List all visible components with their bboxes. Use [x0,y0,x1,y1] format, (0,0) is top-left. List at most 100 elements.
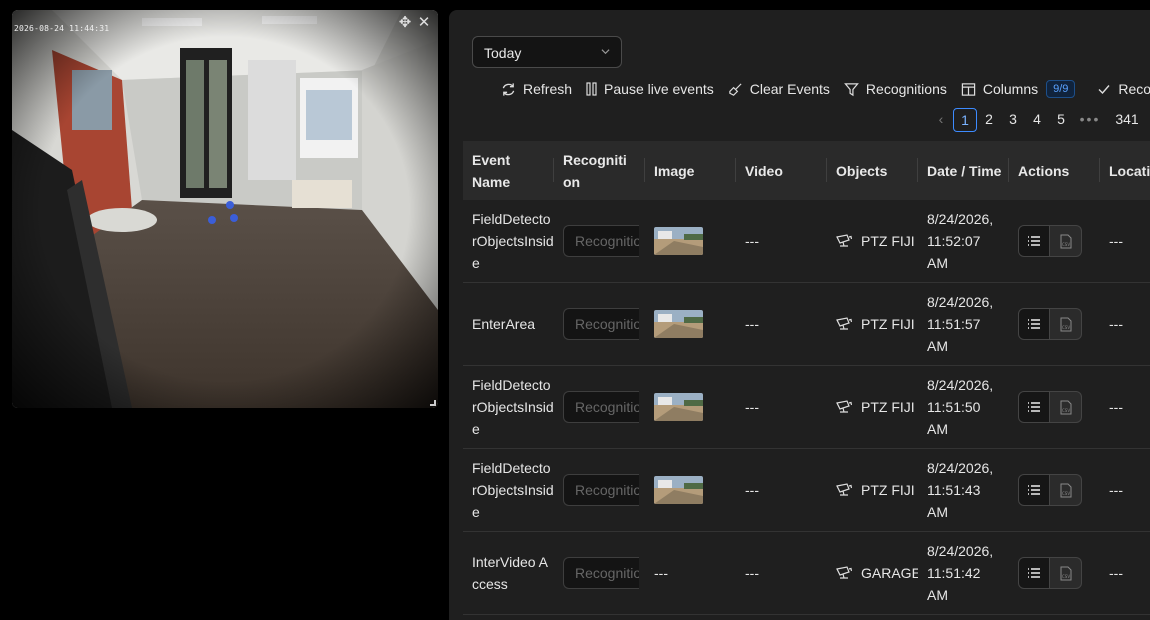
event-thumbnail[interactable] [654,393,703,421]
object-name: PTZ FIJI [861,233,915,249]
export-csv-button[interactable]: CSV [1050,308,1082,340]
object-name: PTZ FIJI [861,482,915,498]
clear-events-label: Clear Events [749,81,830,97]
page-5-button[interactable]: 5 [1049,108,1073,132]
details-button[interactable] [1018,308,1050,340]
location-value: --- [1109,565,1123,581]
video-value: --- [745,482,759,498]
list-icon [1028,236,1040,246]
camera-icon [836,234,852,247]
refresh-button[interactable]: Refresh [501,81,572,97]
column-header-location[interactable]: Location [1100,141,1150,200]
svg-text:CSV: CSV [1062,574,1070,579]
recognition-input[interactable]: Recognition [563,391,639,423]
move-icon[interactable]: ✥ [396,14,414,32]
camera-icon [836,400,852,413]
more-pages-icon[interactable]: ••• [1073,108,1107,132]
table-row[interactable]: FieldDetectorObjectsInside Recognition -… [463,366,1150,449]
columns-button[interactable]: Columns 9/9 [961,80,1076,98]
event-thumbnail[interactable] [654,227,703,255]
csv-file-icon: CSV [1060,317,1071,331]
recognition-input[interactable]: Recognition [563,557,639,589]
camera-view[interactable]: 2026-08-24 11:44:31 ✥ ✕ [12,10,438,408]
export-csv-button[interactable]: CSV [1050,391,1082,423]
object-name: GARAGE [861,565,918,581]
camera-timestamp: 2026-08-24 11:44:31 [14,24,110,33]
video-value: --- [745,316,759,332]
export-csv-button[interactable]: CSV [1050,557,1082,589]
pause-live-events-button[interactable]: Pause live events [586,81,714,97]
date-range-value: Today [484,45,522,61]
refresh-icon [502,82,515,96]
event-datetime: 8/24/2026, 11:52:07 AM [927,211,994,271]
csv-file-icon: CSV [1060,566,1071,580]
camera-icon [836,566,852,579]
table-row[interactable]: InterVideo Access Recognition --- --- GA… [463,532,1150,615]
prev-page-icon[interactable]: ‹ [929,108,953,132]
date-range-select[interactable]: Today [472,36,622,68]
thumbnail-image [654,310,703,338]
column-header-date-time[interactable]: Date / Time [918,141,1009,200]
event-name: FieldDetectorObjectsInside [472,377,554,437]
table-row[interactable]: FieldDetectorObjectsInside Recognition -… [463,449,1150,532]
thumbnail-image [654,227,703,255]
page-3-button[interactable]: 3 [1001,108,1025,132]
page-last-button[interactable]: 341 [1107,108,1147,132]
broom-icon [729,82,742,96]
page-1-button[interactable]: 1 [953,108,977,132]
column-header-objects[interactable]: Objects [827,141,918,200]
table-row[interactable]: FieldDetectorObjectsInside Recognition -… [463,200,1150,283]
table-body: FieldDetectorObjectsInside Recognition -… [463,200,1150,615]
columns-count-badge: 9/9 [1046,80,1076,98]
camera-icon [836,483,852,496]
event-datetime: 8/24/2026, 11:51:43 AM [927,460,994,520]
csv-file-icon: CSV [1060,234,1071,248]
event-thumbnail[interactable] [654,476,703,504]
recognition-input[interactable]: Recognition [563,474,639,506]
filter-icon [844,82,859,96]
recognitions-filter-button[interactable]: Recognitions [844,81,947,97]
list-icon [1028,402,1040,412]
location-value: --- [1109,316,1123,332]
details-button[interactable] [1018,557,1050,589]
column-header-image[interactable]: Image [645,141,736,200]
event-thumbnail[interactable] [654,310,703,338]
resize-handle-icon[interactable] [430,400,436,406]
events-table: Event Name Recognition Image Video Objec… [463,141,1150,615]
column-header-recognition[interactable]: Recognition [554,141,645,200]
details-button[interactable] [1018,391,1050,423]
event-datetime: 8/24/2026, 11:51:50 AM [927,377,994,437]
svg-text:CSV: CSV [1062,491,1070,496]
column-header-actions[interactable]: Actions [1009,141,1100,200]
event-name: FieldDetectorObjectsInside [472,460,554,520]
close-icon[interactable]: ✕ [415,14,433,32]
columns-icon [961,82,976,96]
event-name: FieldDetectorObjectsInside [472,211,554,271]
event-datetime: 8/24/2026, 11:51:57 AM [927,294,994,354]
list-icon [1028,568,1040,578]
column-header-event-name[interactable]: Event Name [463,141,554,200]
table-row[interactable]: EnterArea Recognition --- PTZ FIJI [463,283,1150,366]
recognitions-label: Recognitions [865,81,947,97]
event-name: InterVideo Access [472,554,549,592]
details-button[interactable] [1018,225,1050,257]
refresh-label: Refresh [523,81,573,97]
location-value: --- [1109,233,1123,249]
page-4-button[interactable]: 4 [1025,108,1049,132]
column-header-video[interactable]: Video [736,141,827,200]
export-csv-button[interactable]: CSV [1050,225,1082,257]
recognition-input[interactable]: Recognition [563,225,639,257]
page-2-button[interactable]: 2 [977,108,1001,132]
camera-feed-image [12,10,438,408]
pause-label: Pause live events [604,81,714,97]
list-icon [1028,319,1040,329]
svg-text:CSV: CSV [1062,408,1070,413]
events-panel: Today Refresh Pause live events Clear Ev… [449,10,1150,620]
pause-icon [586,82,597,96]
svg-text:CSV: CSV [1062,325,1070,330]
recognitions-toggle-button[interactable]: Recog [1097,81,1150,97]
details-button[interactable] [1018,474,1050,506]
clear-events-button[interactable]: Clear Events [728,81,830,97]
recognition-input[interactable]: Recognition [563,308,639,340]
export-csv-button[interactable]: CSV [1050,474,1082,506]
